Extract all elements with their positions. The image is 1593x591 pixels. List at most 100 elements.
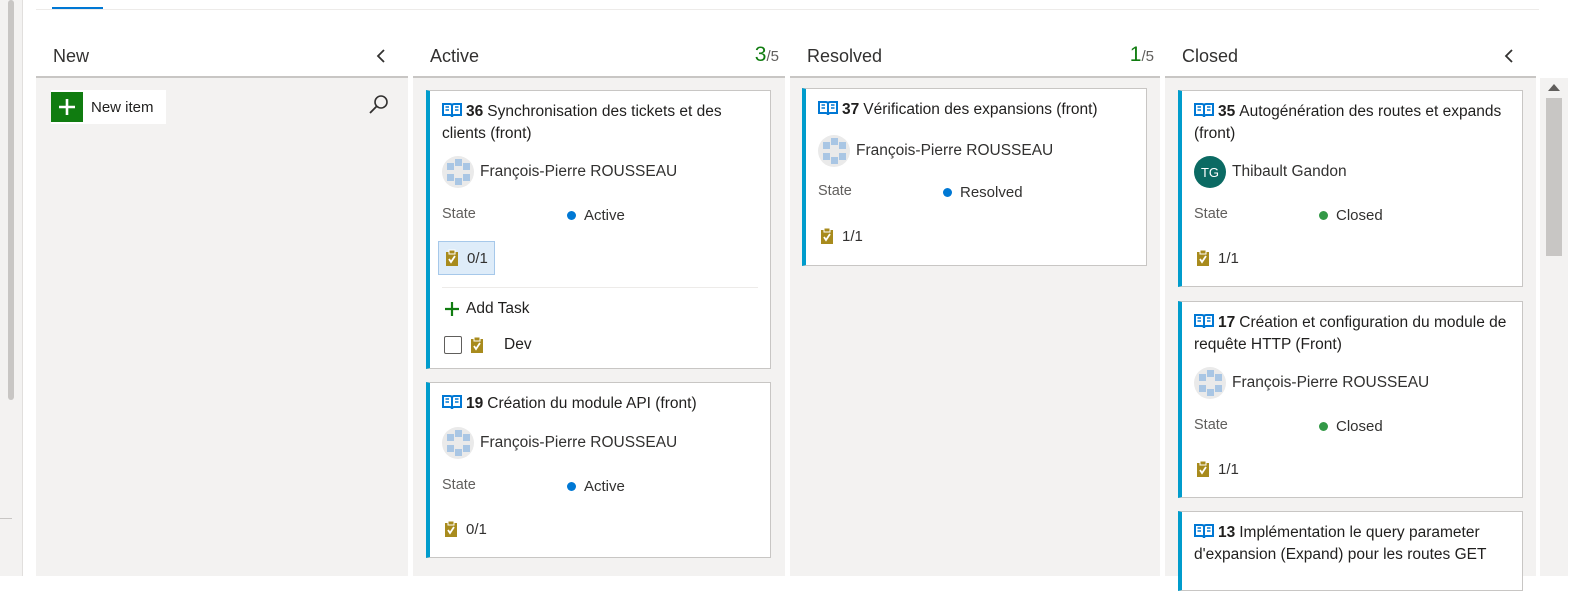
card-assignee[interactable]: François-Pierre ROUSSEAU xyxy=(818,135,1053,167)
chevron-left-icon[interactable] xyxy=(1502,47,1516,65)
state-text: Resolved xyxy=(960,184,1023,201)
card-assignee[interactable]: François-Pierre ROUSSEAU xyxy=(442,427,677,459)
column-active: Active 3/5 36 Synchronisation des tickets… xyxy=(413,40,785,576)
column-title: Closed xyxy=(1182,46,1239,66)
card-id: 36 xyxy=(466,103,484,120)
assignee-name: François-Pierre ROUSSEAU xyxy=(1232,374,1430,391)
left-scrollbar[interactable] xyxy=(0,0,23,576)
state-dot xyxy=(567,482,576,491)
column-header: Resolved 1/5 xyxy=(790,40,1160,78)
work-item-card[interactable]: 35 Autogénération des routes et expands (… xyxy=(1178,90,1523,287)
state-text: Closed xyxy=(1336,418,1383,435)
plus-icon xyxy=(51,92,83,122)
state-value[interactable]: Closed xyxy=(1319,207,1383,224)
add-task-button[interactable]: Add Task xyxy=(444,300,529,318)
column-new: New New item xyxy=(36,40,408,576)
state-label: State xyxy=(442,206,476,222)
assignee-name: François-Pierre ROUSSEAU xyxy=(856,142,1054,159)
wip-count: 3/5 xyxy=(755,43,779,67)
card-assignee[interactable]: François-Pierre ROUSSEAU xyxy=(1194,367,1429,399)
state-value[interactable]: Active xyxy=(567,478,625,495)
card-title[interactable]: 17 Création et configuration du module de… xyxy=(1194,312,1510,356)
clipboard-check-icon xyxy=(821,227,833,244)
child-tasks-summary[interactable]: 1/1 xyxy=(1190,241,1245,275)
card-title[interactable]: 13 Implémentation le query parameter d'ex… xyxy=(1194,522,1510,566)
tasks-progress: 1/1 xyxy=(1218,249,1239,267)
column-title: Resolved xyxy=(807,46,883,66)
divider xyxy=(442,287,758,288)
card-title-text: Création et configuration du module de r… xyxy=(1194,314,1507,353)
state-dot xyxy=(1319,211,1328,220)
assignee-name: François-Pierre ROUSSEAU xyxy=(480,163,678,180)
child-tasks-summary[interactable]: 0/1 xyxy=(438,241,495,275)
divider xyxy=(0,518,12,519)
card-title-text: Création du module API (front) xyxy=(487,395,697,412)
book-icon xyxy=(1194,314,1214,329)
tasks-progress: 1/1 xyxy=(842,227,863,245)
work-item-card[interactable]: 19 Création du module API (front) Françoi… xyxy=(426,382,771,558)
work-item-card[interactable]: 36 Synchronisation des tickets et des cli… xyxy=(426,90,771,369)
state-value[interactable]: Closed xyxy=(1319,418,1383,435)
clipboard-check-icon xyxy=(446,249,458,266)
work-item-card[interactable]: 17 Création et configuration du module de… xyxy=(1178,301,1523,498)
child-tasks-summary[interactable]: 0/1 xyxy=(438,512,493,546)
column-title: New xyxy=(53,46,90,66)
state-value[interactable]: Active xyxy=(567,207,625,224)
wip-limit: /5 xyxy=(1141,48,1154,65)
scroll-up-icon[interactable] xyxy=(1548,84,1560,91)
card-title[interactable]: 35 Autogénération des routes et expands (… xyxy=(1194,101,1510,145)
card-title-text: Implémentation le query parameter d'expa… xyxy=(1194,524,1487,563)
child-task-title[interactable]: Dev xyxy=(504,336,532,354)
tasks-progress: 0/1 xyxy=(467,249,488,267)
clipboard-check-icon xyxy=(471,336,483,353)
plus-icon xyxy=(445,302,459,316)
state-text: Active xyxy=(584,478,625,495)
work-item-card[interactable]: 13 Implémentation le query parameter d'ex… xyxy=(1178,511,1523,591)
chevron-left-icon[interactable] xyxy=(374,47,388,65)
book-icon xyxy=(442,103,462,118)
state-value[interactable]: Resolved xyxy=(943,184,1023,201)
card-id: 17 xyxy=(1218,314,1236,331)
wip-limit: /5 xyxy=(766,48,779,65)
new-item-label: New item xyxy=(91,98,154,116)
state-label: State xyxy=(442,477,476,493)
card-title[interactable]: 19 Création du module API (front) xyxy=(442,393,758,415)
column-header: New xyxy=(36,40,408,78)
right-scrollbar[interactable] xyxy=(1540,78,1568,576)
avatar xyxy=(818,135,850,167)
book-icon xyxy=(1194,103,1214,118)
column-header: Active 3/5 xyxy=(413,40,785,78)
column-resolved: Resolved 1/5 37 Vérification des expansio… xyxy=(790,40,1160,576)
state-dot xyxy=(567,211,576,220)
state-text: Closed xyxy=(1336,207,1383,224)
right-scrollbar-thumb[interactable] xyxy=(1546,98,1562,256)
child-tasks-summary[interactable]: 1/1 xyxy=(814,219,869,253)
new-item-button[interactable]: New item xyxy=(51,90,166,124)
child-tasks-summary[interactable]: 1/1 xyxy=(1190,452,1245,486)
state-label: State xyxy=(1194,417,1228,433)
tasks-progress: 0/1 xyxy=(466,520,487,538)
search-icon[interactable] xyxy=(368,94,390,116)
card-title[interactable]: 37 Vérification des expansions (front) xyxy=(818,99,1134,121)
card-assignee[interactable]: TG Thibault Gandon xyxy=(1194,156,1347,188)
book-icon xyxy=(1194,524,1214,539)
clipboard-check-icon xyxy=(445,520,457,537)
wip-current: 1 xyxy=(1129,43,1142,66)
selected-tab-indicator xyxy=(52,7,103,9)
left-scrollbar-thumb[interactable] xyxy=(8,0,14,400)
child-task-row[interactable]: Dev xyxy=(444,336,532,354)
tasks-progress: 1/1 xyxy=(1218,460,1239,478)
clipboard-check-icon xyxy=(1197,249,1209,266)
header-divider xyxy=(36,9,1539,10)
card-title[interactable]: 36 Synchronisation des tickets et des cli… xyxy=(442,101,758,145)
wip-current: 3 xyxy=(754,43,767,66)
column-closed: Closed 35 Autogénération des routes et ex… xyxy=(1165,40,1536,591)
card-assignee[interactable]: François-Pierre ROUSSEAU xyxy=(442,156,677,188)
task-checkbox[interactable] xyxy=(444,336,462,354)
column-header: Closed xyxy=(1165,40,1536,78)
avatar xyxy=(442,427,474,459)
avatar xyxy=(1194,367,1226,399)
assignee-name: Thibault Gandon xyxy=(1232,163,1347,180)
state-label: State xyxy=(818,183,852,199)
work-item-card[interactable]: 37 Vérification des expansions (front) Fr… xyxy=(802,88,1147,266)
